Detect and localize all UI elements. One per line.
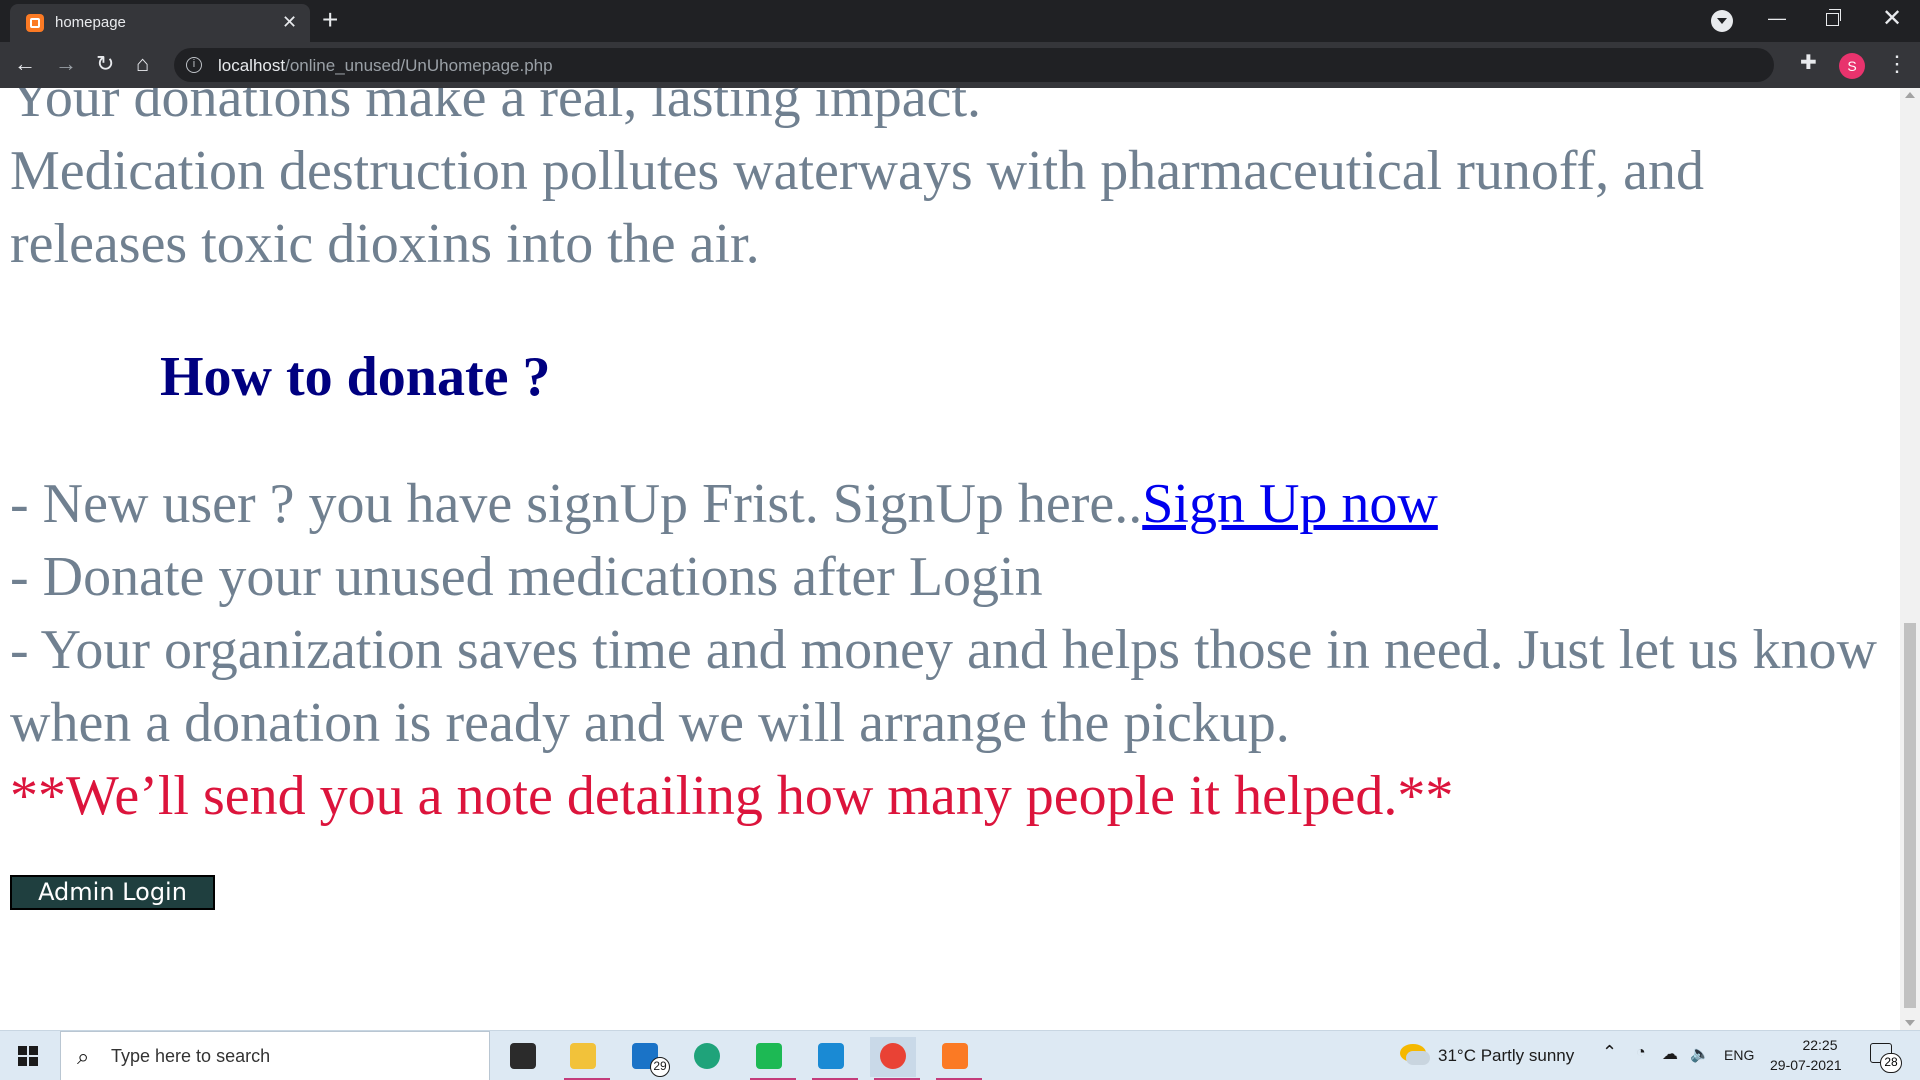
xampp-icon	[942, 1043, 968, 1069]
store-bag-icon	[510, 1043, 536, 1069]
restore-icon[interactable]	[1826, 9, 1841, 26]
store-app[interactable]	[500, 1037, 546, 1077]
page-scrollbar[interactable]	[1900, 88, 1920, 1030]
windows-taskbar: ⌕ Type here to search 29 31°C Partly sun…	[0, 1030, 1920, 1080]
xampp-app[interactable]	[932, 1037, 982, 1080]
minimize-icon[interactable]: —	[1768, 8, 1786, 29]
edge-icon	[694, 1043, 720, 1069]
url-text[interactable]: localhost/online_unused/UnUhomepage.php	[218, 56, 553, 76]
mail-app[interactable]: 29	[622, 1037, 670, 1077]
admin-login-button[interactable]: Admin Login	[10, 875, 215, 910]
edge-app[interactable]	[684, 1037, 730, 1077]
signup-link[interactable]: Sign Up now	[1142, 473, 1438, 535]
windows-start-icon[interactable]	[18, 1046, 38, 1066]
clock-date[interactable]: 29-07-2021	[1770, 1057, 1842, 1073]
search-placeholder: Type here to search	[111, 1046, 271, 1066]
tab-search-icon[interactable]	[1711, 10, 1733, 32]
page-content: Your donations make a real, lasting impa…	[10, 88, 1880, 910]
scroll-thumb[interactable]	[1904, 623, 1916, 1008]
site-info-icon[interactable]: i	[186, 57, 202, 73]
window-close-icon[interactable]: ✕	[1882, 4, 1902, 33]
weather-text[interactable]: 31°C Partly sunny	[1438, 1046, 1574, 1066]
mail-badge: 29	[650, 1057, 670, 1077]
helped-note: **We’ll send you a note detailing how ma…	[10, 765, 1454, 827]
extensions-puzzle-icon[interactable]: ✚	[1800, 50, 1817, 75]
notification-count: 28	[1880, 1053, 1902, 1073]
profile-avatar[interactable]: S	[1839, 53, 1865, 79]
chrome-icon	[880, 1043, 906, 1069]
clock-time[interactable]: 22:25	[1790, 1037, 1850, 1053]
chrome-app[interactable]	[870, 1037, 920, 1080]
volume-icon[interactable]: 🔈	[1690, 1044, 1710, 1064]
browser-toolbar: ← → ↻ ⌂ i localhost/online_unused/UnUhom…	[0, 42, 1920, 88]
xampp-favicon-icon	[26, 14, 44, 32]
forward-arrow-icon[interactable]: →	[55, 51, 77, 77]
home-icon[interactable]: ⌂	[136, 51, 149, 77]
folder-icon	[570, 1043, 596, 1069]
scroll-down-arrow-icon[interactable]	[1905, 1020, 1915, 1026]
address-bar[interactable]: i localhost/online_unused/UnUhomepage.ph…	[174, 48, 1774, 82]
pollution-text: Medication destruction pollutes waterway…	[10, 140, 1704, 275]
tab-title: homepage	[55, 14, 126, 31]
step-new-user-text: - New user ? you have signUp Frist. Sign…	[10, 473, 1143, 535]
reload-icon[interactable]: ↻	[96, 51, 114, 77]
page-viewport: Your donations make a real, lasting impa…	[0, 88, 1900, 1030]
file-explorer-app[interactable]	[560, 1037, 610, 1080]
browser-menu-icon[interactable]: ⋮	[1886, 51, 1908, 77]
back-arrow-icon[interactable]: ←	[14, 51, 36, 77]
cloud-icon[interactable]: ☁	[1662, 1044, 1678, 1064]
browser-tab[interactable]: homepage ✕	[10, 4, 310, 42]
tray-chevron-up-icon[interactable]: ⌃	[1602, 1042, 1617, 1063]
network-icon[interactable]: ◔	[1636, 1044, 1646, 1062]
how-to-donate-heading: How to donate ?	[160, 346, 551, 408]
tab-close-icon[interactable]: ✕	[282, 12, 297, 32]
input-language[interactable]: ENG	[1724, 1047, 1754, 1063]
partly-sunny-icon[interactable]	[1400, 1044, 1430, 1065]
search-icon: ⌕	[77, 1044, 90, 1069]
browser-tabstrip: homepage ✕ + — ✕	[0, 0, 1920, 42]
step-organization: - Your organization saves time and money…	[10, 619, 1877, 754]
vscode-app[interactable]	[808, 1037, 858, 1080]
spotify-icon	[756, 1043, 782, 1069]
step-new-user: - New user ? you have signUp Frist. Sign…	[10, 468, 1880, 541]
scroll-up-arrow-icon[interactable]	[1905, 92, 1915, 98]
impact-text: Your donations make a real, lasting impa…	[10, 88, 982, 129]
step-donate: - Donate your unused medications after L…	[10, 546, 1043, 608]
spotify-app[interactable]	[746, 1037, 796, 1080]
new-tab-button[interactable]: +	[322, 6, 338, 34]
donation-steps: - New user ? you have signUp Frist. Sign…	[10, 468, 1880, 760]
taskbar-search-box[interactable]: ⌕ Type here to search	[60, 1031, 490, 1080]
vscode-icon	[818, 1043, 844, 1069]
